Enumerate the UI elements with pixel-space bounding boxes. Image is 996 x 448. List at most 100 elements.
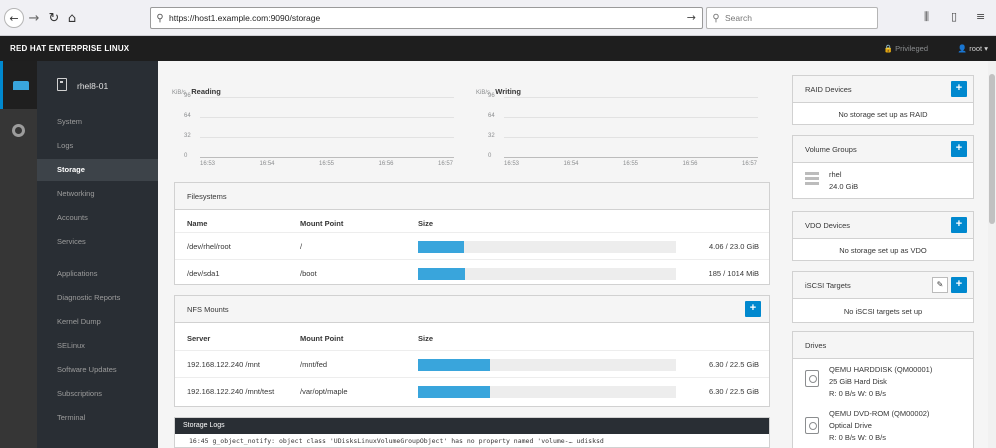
sidebar-item-diagnostic-reports[interactable]: Diagnostic Reports [37, 287, 158, 309]
vdo-devices-title: VDO Devices [793, 212, 973, 239]
reading-title: Reading [191, 87, 221, 96]
drives-title: Drives [793, 332, 973, 359]
filesystem-size: 185 / 1014 MiB [708, 269, 759, 278]
raid-empty-message: No storage set up as RAID [838, 110, 928, 119]
privileged-indicator[interactable]: 🔒 Privileged [884, 44, 928, 53]
sidebar-item-software-updates[interactable]: Software Updates [37, 359, 158, 381]
volume-group-size: 24.0 GiB [829, 182, 859, 191]
sidebar-icon[interactable]: ▯ [951, 10, 957, 23]
table-row[interactable]: /dev/sda1 /boot 185 / 1014 MiB [175, 259, 769, 286]
address-bar[interactable]: ⚲ https://host1.example.com:9090/storage… [150, 7, 703, 29]
add-raid-button[interactable]: + [951, 81, 967, 97]
usage-bar [418, 359, 676, 371]
page-scrollbar[interactable] [988, 61, 996, 448]
usage-bar [418, 386, 676, 398]
scrollbar-thumb[interactable] [989, 74, 995, 224]
app-header: RED HAT ENTERPRISE LINUX 🔒 Privileged 👤 … [0, 36, 996, 61]
reading-chart-heading: KiB/s Reading [172, 87, 221, 96]
x-tick-label: 16:55 [319, 161, 335, 167]
forward-button[interactable]: → [26, 8, 42, 28]
table-row[interactable]: /dev/rhel/root / 4.06 / 23.0 GiB [175, 232, 769, 259]
usage-bar-fill [418, 386, 491, 398]
filesystem-name: /dev/sda1 [187, 269, 220, 278]
reload-button[interactable]: ↻ [46, 8, 62, 28]
brand-title: RED HAT ENTERPRISE LINUX [10, 44, 130, 53]
volume-groups-panel: Volume Groups + rhel 24.0 GiB [792, 135, 974, 199]
sidebar-item-accounts[interactable]: Accounts [37, 207, 158, 229]
library-icon[interactable]: ⫼ [924, 10, 929, 24]
edit-iscsi-button[interactable]: ✎ [932, 277, 948, 293]
volume-group-name[interactable]: rhel [829, 170, 842, 179]
table-row[interactable]: 192.168.122.240 /mnt /mnt/fed 6.30 / 22.… [175, 350, 769, 377]
y-tick-label: 96 [184, 93, 191, 99]
host-header[interactable]: rhel8-01 [37, 61, 158, 109]
y-tick-label: 64 [184, 113, 191, 119]
search-icon: ⚲ [712, 12, 720, 24]
dashboard-icon[interactable] [12, 124, 25, 137]
filesystems-title: Filesystems [175, 183, 769, 210]
drive-name: QEMU HARDDISK (QM00001) [829, 365, 933, 374]
chart-gridline [504, 137, 758, 138]
back-arrow-icon: ← [9, 11, 19, 25]
x-tick-label: 16:57 [438, 161, 454, 167]
menu-icon[interactable]: ≡ [976, 10, 985, 23]
y-tick-label: 32 [488, 133, 495, 139]
sidebar-item-networking[interactable]: Networking [37, 183, 158, 205]
x-tick-label: 16:56 [682, 161, 698, 167]
sidebar-item-logs[interactable]: Logs [37, 135, 158, 157]
drive-rate: R: 0 B/s W: 0 B/s [829, 389, 886, 398]
user-menu[interactable]: 👤 root ▾ [958, 44, 988, 53]
drive-name: QEMU DVD-ROM (QM00002) [829, 409, 930, 418]
writing-title: Writing [495, 87, 521, 96]
drives-panel: Drives QEMU HARDDISK (QM00001) 25 GiB Ha… [792, 331, 974, 448]
nfs-server: 192.168.122.240 /mnt/test [187, 387, 275, 396]
sidebar-item-kernel-dump[interactable]: Kernel Dump [37, 311, 158, 333]
x-tick-label: 16:56 [378, 161, 394, 167]
raid-devices-title: RAID Devices [793, 76, 973, 103]
table-row[interactable]: 192.168.122.240 /mnt/test /var/opt/maple… [175, 377, 769, 404]
storage-logs-title: Storage Logs [175, 418, 769, 434]
usage-bar [418, 268, 676, 280]
host-switcher[interactable] [0, 61, 37, 109]
vdo-devices-panel: VDO Devices + No storage set up as VDO [792, 211, 974, 261]
sidebar-item-system[interactable]: System [37, 111, 158, 133]
log-entry: 16:45 g_object_notify: object class 'UDi… [189, 437, 604, 445]
column-header-size: Size [418, 219, 434, 228]
go-arrow-icon[interactable]: → [687, 11, 696, 24]
home-button[interactable]: ⌂ [64, 8, 80, 28]
x-tick-label: 16:54 [563, 161, 579, 167]
chart-gridline [200, 97, 454, 98]
chart-gridline [200, 157, 454, 158]
host-rail [0, 61, 37, 448]
chart-gridline [200, 137, 454, 138]
filesystem-mount: /boot [300, 269, 317, 278]
usage-bar [418, 241, 676, 253]
back-button[interactable]: ← [4, 8, 24, 28]
column-header-mount-point: Mount Point [300, 334, 344, 343]
sidebar-item-services[interactable]: Services [37, 231, 158, 253]
host-icon [13, 81, 29, 90]
drive-type: 25 GiB Hard Disk [829, 377, 887, 386]
volume-groups-title: Volume Groups [793, 136, 973, 163]
x-tick-label: 16:54 [259, 161, 275, 167]
sidebar-item-storage[interactable]: Storage [37, 159, 158, 181]
vdo-empty-message: No storage set up as VDO [839, 246, 927, 255]
usage-bar-fill [418, 241, 464, 253]
add-iscsi-button[interactable]: + [951, 277, 967, 293]
add-vdo-button[interactable]: + [951, 217, 967, 233]
nfs-size: 6.30 / 22.5 GiB [708, 387, 759, 396]
drive-type: Optical Drive [829, 421, 872, 430]
browser-search-field[interactable]: ⚲ Search [706, 7, 878, 29]
sidebar-item-applications[interactable]: Applications [37, 263, 158, 285]
sidebar-item-selinux[interactable]: SELinux [37, 335, 158, 357]
x-tick-label: 16:53 [200, 161, 216, 167]
x-tick-label: 16:53 [504, 161, 520, 167]
sidebar-item-subscriptions[interactable]: Subscriptions [37, 383, 158, 405]
forward-arrow-icon: → [28, 10, 40, 26]
sidebar-item-terminal[interactable]: Terminal [37, 407, 158, 429]
add-nfs-mount-button[interactable]: + [745, 301, 761, 317]
y-tick-label: 32 [184, 133, 191, 139]
add-volume-group-button[interactable]: + [951, 141, 967, 157]
url-text[interactable]: https://host1.example.com:9090/storage [169, 13, 320, 23]
filesystem-name: /dev/rhel/root [187, 242, 231, 251]
